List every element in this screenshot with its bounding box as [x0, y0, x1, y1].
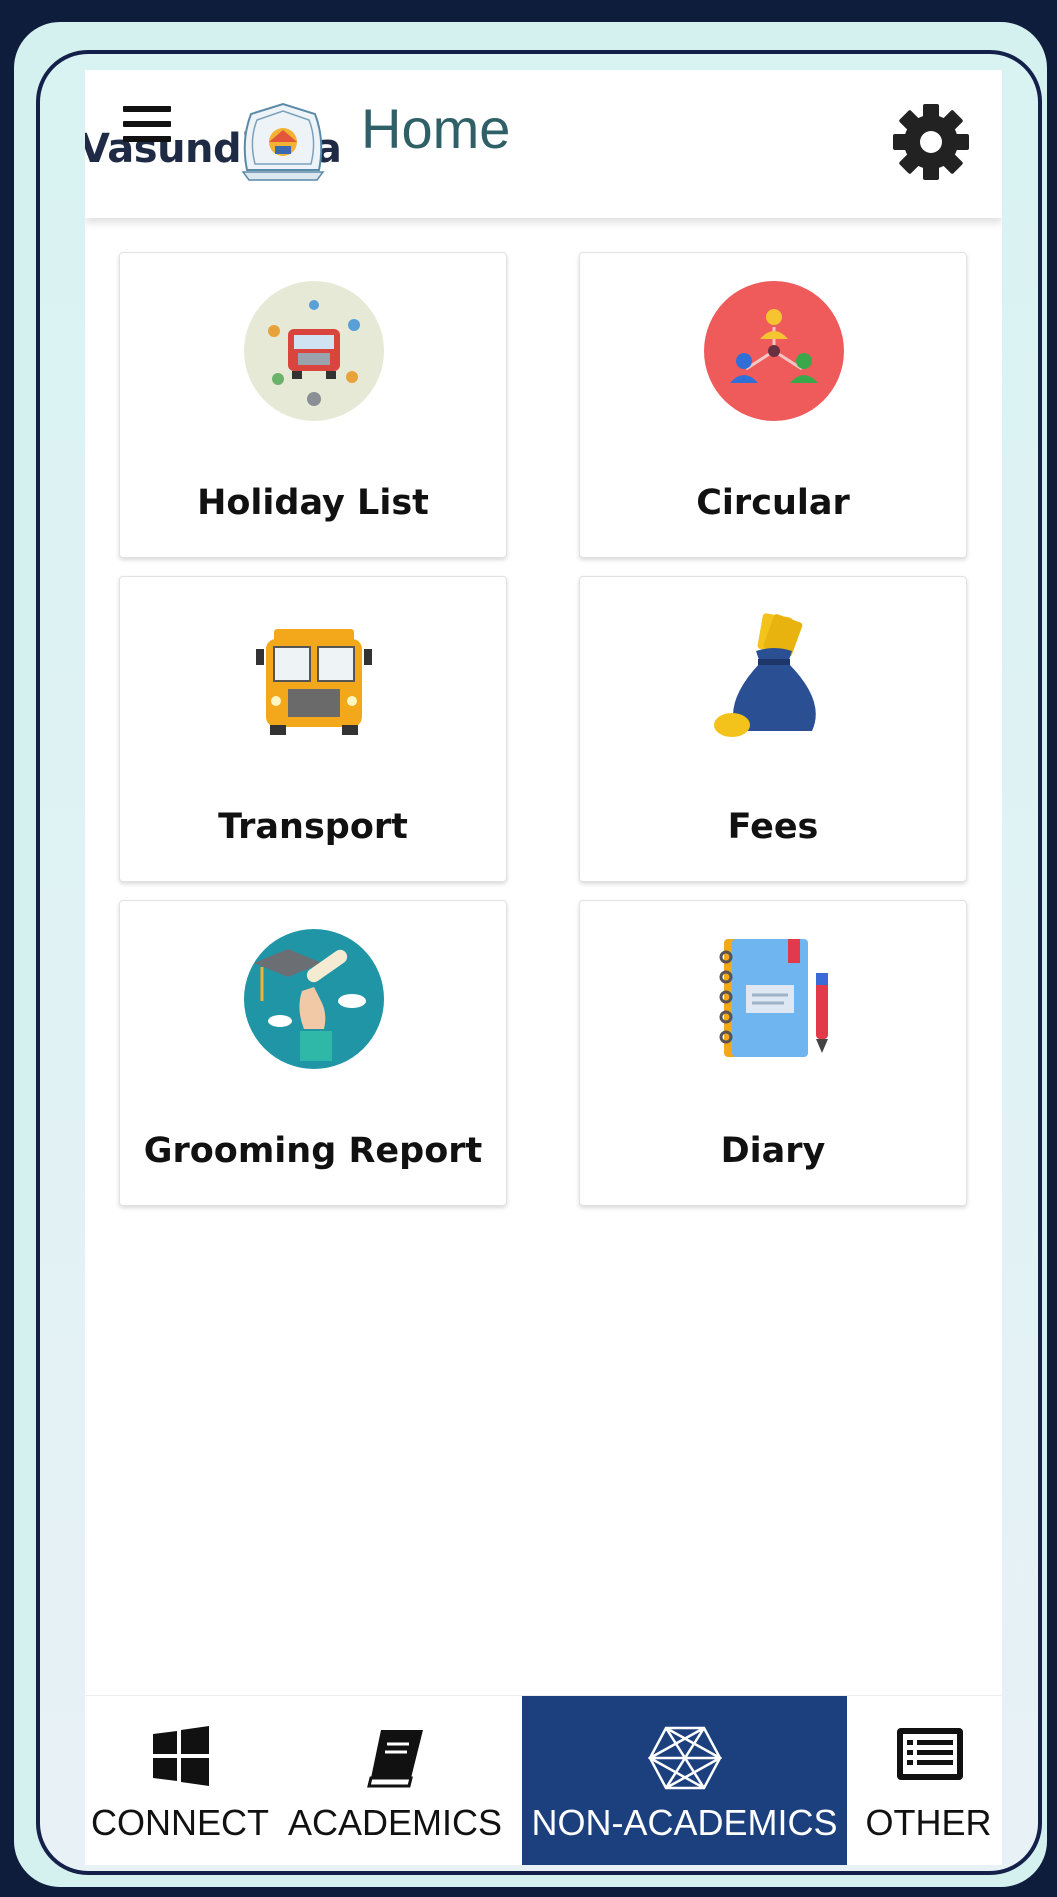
tile-label: Circular [696, 483, 850, 523]
book-icon [367, 1730, 423, 1788]
tile-label: Grooming Report [143, 1131, 483, 1171]
hexagon-mesh-icon [648, 1726, 722, 1790]
tile-label: Transport [218, 807, 408, 847]
tile-grooming-report[interactable]: Grooming Report [119, 900, 507, 1206]
list-card-icon [897, 1728, 963, 1780]
tile-transport[interactable]: Transport [119, 576, 507, 882]
nav-non-academics[interactable]: NON-ACADEMICS [522, 1696, 847, 1865]
nav-label: NON-ACADEMICS [531, 1802, 838, 1843]
people-network-icon [704, 281, 844, 421]
school-bus-collage-icon [244, 281, 384, 421]
tile-holiday-list[interactable]: Holiday List [119, 252, 507, 558]
tile-circular[interactable]: Circular [579, 252, 967, 558]
school-bus-icon [256, 629, 372, 735]
tile-label: Diary [720, 1131, 826, 1171]
gear-icon[interactable] [891, 102, 971, 182]
tile-diary[interactable]: Diary [579, 900, 967, 1206]
nav-label: ACADEMICS [287, 1802, 503, 1843]
page-title: Home [361, 97, 511, 160]
windows-icon [153, 1726, 209, 1786]
bottom-nav: CONNECT ACADEMICS NON-ACADEMICS OTHER [85, 1695, 1002, 1865]
hamburger-menu-icon[interactable] [123, 106, 171, 146]
tile-fees[interactable]: Fees [579, 576, 967, 882]
nav-other[interactable]: OTHER [855, 1696, 1002, 1865]
nav-connect[interactable]: CONNECT [85, 1696, 275, 1865]
nav-label: CONNECT [91, 1802, 269, 1843]
school-logo-icon [241, 102, 325, 181]
graduation-hand-icon [244, 929, 384, 1069]
money-bag-icon [714, 613, 816, 737]
app-header: Vasundhara Home [85, 70, 1002, 218]
tile-label: Fees [727, 807, 819, 847]
notebook-pen-icon [719, 939, 828, 1057]
nav-academics[interactable]: ACADEMICS [285, 1696, 505, 1865]
tile-label: Holiday List [197, 483, 429, 523]
app-screen: Vasundhara Home Holiday List Circular Tr… [85, 70, 1002, 1865]
nav-label: OTHER [865, 1802, 992, 1843]
